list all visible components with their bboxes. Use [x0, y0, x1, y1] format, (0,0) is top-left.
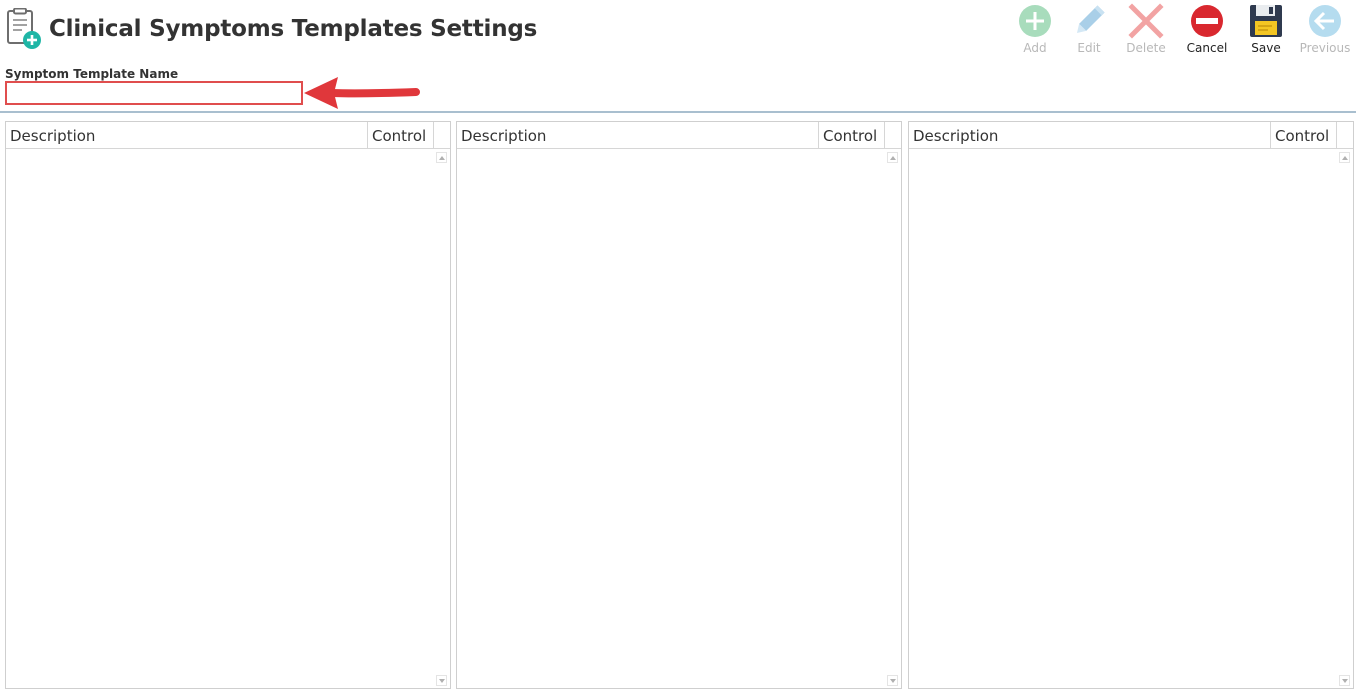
grid-body[interactable] [6, 150, 450, 688]
add-label: Add [1023, 41, 1047, 55]
header-scroll-spacer [884, 122, 901, 149]
scroll-down-button[interactable] [1339, 675, 1350, 686]
x-icon [1128, 3, 1164, 39]
edit-label: Edit [1077, 41, 1101, 55]
symptoms-grid-1: Description Control [5, 121, 451, 689]
add-button[interactable]: Add [1006, 2, 1064, 60]
scroll-up-button[interactable] [1339, 152, 1350, 163]
scroll-down-icon [438, 678, 445, 683]
control-column-header[interactable]: Control [1270, 122, 1336, 149]
toolbar: Add Edit Delete Cancel Save Previous [1006, 2, 1354, 60]
header-scroll-spacer [1336, 122, 1353, 149]
symptom-template-name-label: Symptom Template Name [5, 67, 179, 81]
arrow-left-circle-icon [1309, 5, 1341, 37]
scroll-up-button[interactable] [887, 152, 898, 163]
save-label: Save [1251, 41, 1281, 55]
control-column-header[interactable]: Control [367, 122, 433, 149]
symptoms-grid-2: Description Control [456, 121, 902, 689]
vertical-scrollbar[interactable] [1336, 150, 1353, 688]
scroll-up-icon [1341, 155, 1348, 160]
previous-label: Previous [1299, 41, 1351, 55]
grid-body[interactable] [909, 150, 1353, 688]
section-divider [0, 111, 1356, 113]
grid-header: Description Control [909, 122, 1353, 149]
plus-circle-icon [1019, 5, 1051, 37]
control-column-header[interactable]: Control [818, 122, 884, 149]
cancel-label: Cancel [1186, 41, 1228, 55]
description-column-header[interactable]: Description [457, 122, 818, 149]
grid-header: Description Control [457, 122, 901, 149]
symptoms-grid-3: Description Control [908, 121, 1354, 689]
floppy-disk-icon [1250, 5, 1282, 37]
description-column-header[interactable]: Description [6, 122, 367, 149]
scroll-up-icon [889, 155, 896, 160]
symptom-template-name-input[interactable] [5, 81, 303, 105]
save-button[interactable]: Save [1237, 2, 1295, 60]
previous-button[interactable]: Previous [1296, 2, 1354, 60]
grid-body[interactable] [457, 150, 901, 688]
cancel-button[interactable]: Cancel [1178, 2, 1236, 60]
minus-circle-icon [1191, 5, 1223, 37]
scroll-down-button[interactable] [436, 675, 447, 686]
delete-label: Delete [1126, 41, 1166, 55]
header-scroll-spacer [433, 122, 450, 149]
delete-button[interactable]: Delete [1117, 2, 1175, 60]
vertical-scrollbar[interactable] [884, 150, 901, 688]
scroll-down-button[interactable] [887, 675, 898, 686]
description-column-header[interactable]: Description [909, 122, 1270, 149]
grid-header: Description Control [6, 122, 450, 149]
page-title: Clinical Symptoms Templates Settings [49, 16, 538, 42]
annotation-arrow-icon [304, 77, 420, 109]
clipboard-add-icon [7, 8, 41, 49]
scroll-down-icon [1341, 678, 1348, 683]
edit-button[interactable]: Edit [1060, 2, 1118, 60]
scroll-up-icon [438, 155, 445, 160]
pencil-icon [1076, 5, 1105, 34]
vertical-scrollbar[interactable] [433, 150, 450, 688]
scroll-up-button[interactable] [436, 152, 447, 163]
scroll-down-icon [889, 678, 896, 683]
